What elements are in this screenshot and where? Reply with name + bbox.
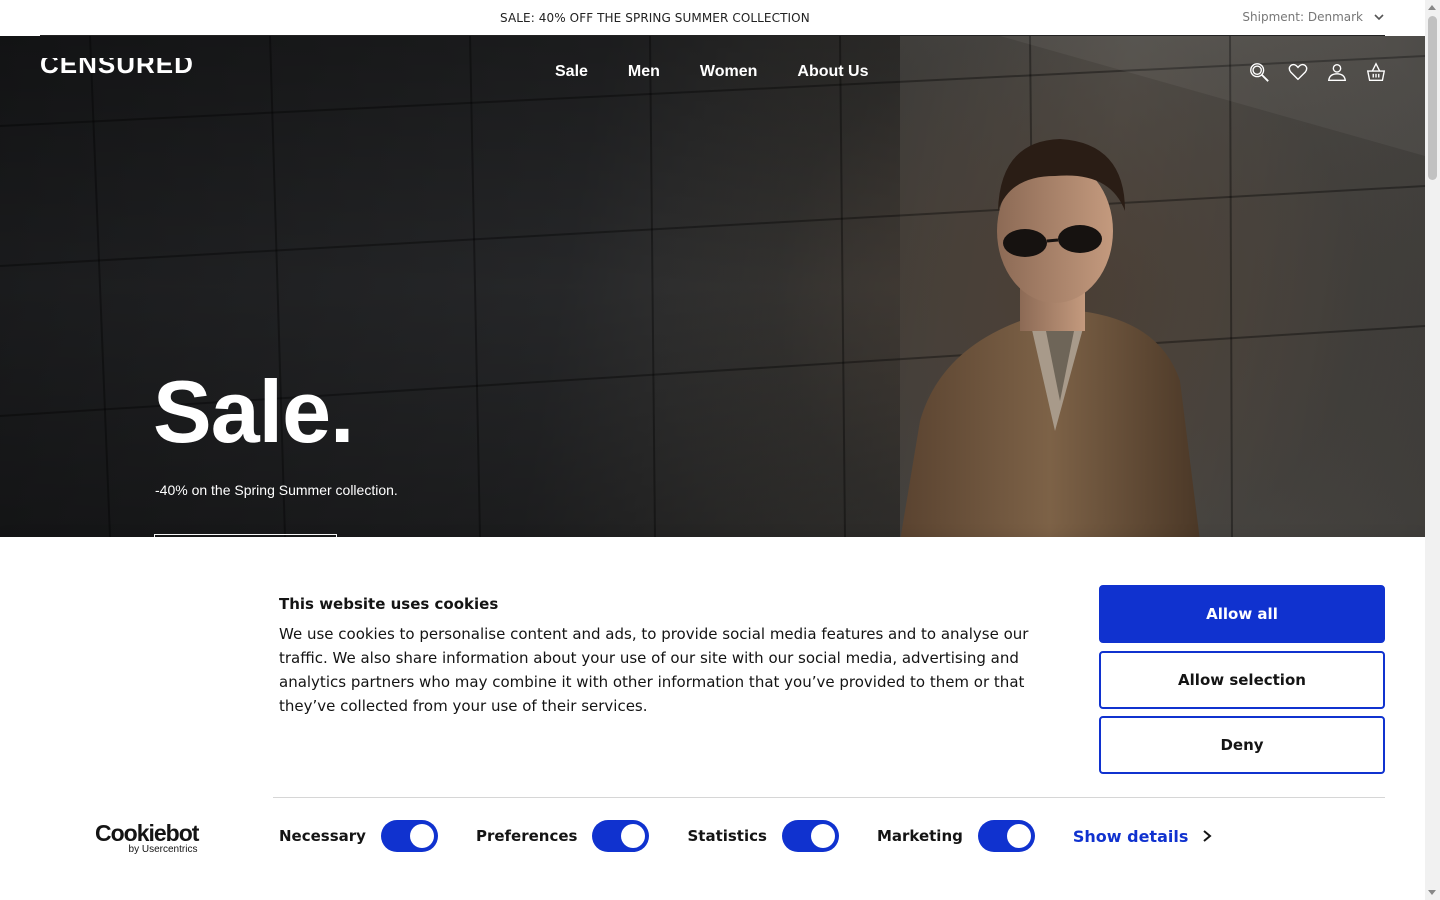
toggle-preferences: Preferences (476, 820, 650, 852)
chevron-right-icon (1203, 830, 1212, 842)
cookie-description: We use cookies to personalise content an… (279, 625, 1029, 715)
page-scrollbar[interactable] (1425, 0, 1440, 900)
shipment-label: Shipment: Denmark (1242, 10, 1363, 24)
header-icons (1248, 60, 1387, 84)
show-details-link[interactable]: Show details (1073, 827, 1213, 846)
cookie-divider (273, 797, 1385, 798)
nav-about-us[interactable]: About Us (797, 63, 868, 81)
announcement-text: SALE: 40% OFF THE SPRING SUMMER COLLECTI… (500, 11, 810, 25)
toggle-label: Statistics (687, 827, 767, 845)
allow-selection-button[interactable]: Allow selection (1099, 651, 1385, 709)
consent-toggles: Necessary Preferences Statistics Marketi… (279, 820, 1212, 852)
toggle-label: Necessary (279, 827, 366, 845)
brand-logo[interactable]: CENSURED (40, 58, 194, 78)
cookiebot-name: Cookiebot (95, 820, 199, 846)
deny-button[interactable]: Deny (1099, 716, 1385, 774)
toggle-statistics: Statistics (687, 820, 839, 852)
nav-women[interactable]: Women (700, 63, 757, 81)
scroll-thumb[interactable] (1428, 16, 1437, 180)
user-icon[interactable] (1326, 60, 1348, 84)
cookie-title: This website uses cookies (279, 595, 499, 613)
preferences-switch[interactable] (592, 820, 650, 852)
toggle-necessary: Necessary (279, 820, 438, 852)
cookiebot-logo[interactable]: Cookiebot by Usercentrics (95, 820, 199, 856)
necessary-switch[interactable] (380, 820, 438, 852)
hero-subtitle: -40% on the Spring Summer collection. (155, 482, 398, 498)
search-icon[interactable] (1248, 60, 1270, 84)
cookie-banner: This website uses cookies We use cookies… (0, 537, 1425, 900)
toggle-label: Marketing (876, 827, 963, 845)
hero-shade (0, 36, 900, 537)
scroll-down-arrow[interactable] (1428, 890, 1436, 895)
scroll-up-arrow[interactable] (1428, 5, 1436, 10)
hero-title: Sale. (153, 362, 354, 461)
announcement-bar: SALE: 40% OFF THE SPRING SUMMER COLLECTI… (0, 0, 1425, 36)
basket-icon[interactable] (1365, 60, 1387, 84)
shipment-selector[interactable]: Shipment: Denmark (1242, 10, 1385, 24)
toggle-label: Preferences (475, 827, 578, 845)
marketing-switch[interactable] (977, 820, 1035, 852)
model-image (900, 139, 1200, 537)
chevron-down-icon (1374, 14, 1384, 21)
show-details-label: Show details (1072, 826, 1189, 846)
nav-men[interactable]: Men (628, 63, 660, 81)
hero-banner[interactable]: CENSURED Sale Men Women About Us Sale. -… (0, 36, 1425, 537)
nav-sale[interactable]: Sale (555, 63, 588, 81)
statistics-switch[interactable] (781, 820, 839, 852)
allow-all-button[interactable]: Allow all (1099, 585, 1385, 643)
heart-icon[interactable] (1287, 60, 1309, 84)
toggle-marketing: Marketing (877, 820, 1035, 852)
main-nav: Sale Men Women About Us (555, 63, 869, 81)
